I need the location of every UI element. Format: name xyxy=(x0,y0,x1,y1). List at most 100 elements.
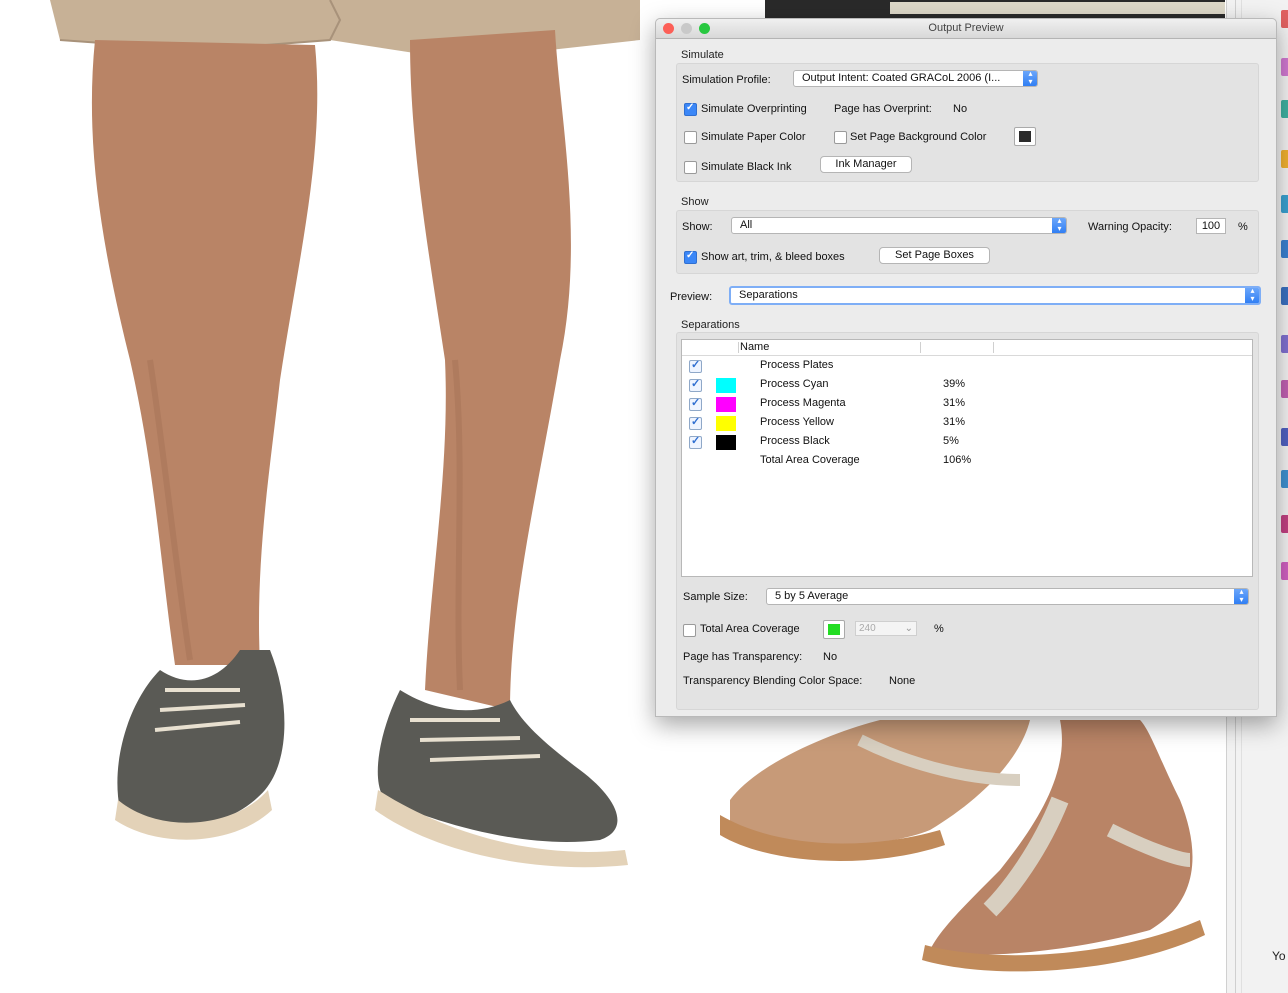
separation-checkbox[interactable] xyxy=(689,377,702,392)
sample-size-select[interactable]: 5 by 5 Average ▴ ▾ xyxy=(766,588,1249,605)
simulate-paper-color-checkbox[interactable] xyxy=(684,131,697,144)
tool-icon[interactable] xyxy=(1281,150,1288,168)
show-section-label: Show xyxy=(681,196,709,208)
separation-name: Total Area Coverage xyxy=(760,454,860,466)
ink-color-swatch xyxy=(716,378,736,393)
simulate-group: Simulation Profile: Output Intent: Coate… xyxy=(676,63,1259,182)
separation-coverage: 39% xyxy=(943,378,966,390)
separation-coverage: 31% xyxy=(943,397,966,409)
title-bar[interactable]: Output Preview xyxy=(656,19,1276,39)
column-divider xyxy=(993,342,994,353)
tac-value-combo[interactable]: 240 ⌄ xyxy=(855,621,917,636)
transparency-label: Page has Transparency: xyxy=(683,651,803,663)
ink-manager-button[interactable]: Ink Manager xyxy=(820,156,912,173)
separation-coverage: 5% xyxy=(943,435,959,447)
separation-checkbox[interactable] xyxy=(689,358,702,373)
simulate-black-ink-label: Simulate Black Ink xyxy=(701,161,792,173)
total-area-coverage-checkbox[interactable] xyxy=(683,624,696,637)
chevron-updown-icon: ▴ ▾ xyxy=(1234,589,1248,604)
separations-section-label: Separations xyxy=(681,319,740,331)
simulation-profile-label: Simulation Profile: xyxy=(682,74,771,86)
simulation-profile-select[interactable]: Output Intent: Coated GRACoL 2006 (I... … xyxy=(793,70,1038,87)
warning-opacity-label: Warning Opacity: xyxy=(1088,221,1172,233)
color-swatch xyxy=(828,624,840,635)
tool-icon[interactable] xyxy=(1281,380,1288,398)
separation-checkbox[interactable] xyxy=(689,396,702,411)
simulate-black-ink-checkbox[interactable] xyxy=(684,161,697,174)
set-page-background-label: Set Page Background Color xyxy=(850,131,987,143)
preview-label: Preview: xyxy=(670,291,713,303)
separation-coverage: 31% xyxy=(943,416,966,428)
table-row[interactable]: Total Area Coverage 106% xyxy=(682,452,1252,471)
tool-icon[interactable] xyxy=(1281,100,1288,118)
warning-opacity-input[interactable]: 100 xyxy=(1196,218,1226,234)
table-row[interactable]: Process Yellow 31% xyxy=(682,414,1252,433)
sample-size-value: 5 by 5 Average xyxy=(775,590,849,602)
separation-coverage: 106% xyxy=(943,454,972,466)
window-title: Output Preview xyxy=(928,22,1004,34)
show-value: All xyxy=(740,219,753,231)
chevron-updown-icon: ▴ ▾ xyxy=(1023,71,1037,86)
show-boxes-label: Show art, trim, & bleed boxes xyxy=(701,251,845,263)
tool-icon[interactable] xyxy=(1281,515,1288,533)
simulation-profile-value: Output Intent: Coated GRACoL 2006 (I... xyxy=(802,72,1001,84)
chevron-updown-icon: ▴ ▾ xyxy=(1052,218,1066,233)
tac-value: 240 xyxy=(859,623,876,634)
simulate-paper-color-label: Simulate Paper Color xyxy=(701,131,806,143)
tool-icon[interactable] xyxy=(1281,58,1288,76)
tac-percent-label: % xyxy=(934,623,944,635)
preview-select[interactable]: Separations ▴ ▾ xyxy=(729,286,1261,305)
page-overprint-label: Page has Overprint: xyxy=(834,103,932,115)
total-area-coverage-label: Total Area Coverage xyxy=(700,623,800,635)
chevron-updown-icon: ▴ ▾ xyxy=(1245,288,1259,303)
table-header: Name xyxy=(682,340,1252,356)
table-row[interactable]: Process Plates xyxy=(682,357,1252,376)
show-label: Show: xyxy=(682,221,713,233)
tool-icon[interactable] xyxy=(1281,428,1288,446)
page-overprint-value: No xyxy=(953,103,968,115)
separation-name: Process Black xyxy=(760,435,830,447)
tool-icon[interactable] xyxy=(1281,10,1288,28)
separation-name: Process Magenta xyxy=(760,397,846,409)
blending-space-label: Transparency Blending Color Space: xyxy=(683,675,863,687)
color-swatch xyxy=(1019,131,1031,142)
transparency-value: No xyxy=(823,651,838,663)
separations-table: Name Process PlatesProcess Cyan39%Proces… xyxy=(681,339,1253,577)
show-select[interactable]: All ▴ ▾ xyxy=(731,217,1067,234)
page-background-color-well[interactable] xyxy=(1014,127,1036,146)
ink-color-swatch xyxy=(716,397,736,412)
show-group: Show: All ▴▾ Warning Opacity: 100 % Show… xyxy=(676,210,1259,274)
tool-icon[interactable] xyxy=(1281,240,1288,258)
tool-icon[interactable] xyxy=(1281,470,1288,488)
name-column-header[interactable]: Name xyxy=(740,341,769,353)
simulate-overprinting-checkbox[interactable] xyxy=(684,102,697,116)
separation-name: Process Cyan xyxy=(760,378,829,390)
simulate-overprinting-label: Simulate Overprinting xyxy=(701,103,807,115)
show-boxes-checkbox[interactable] xyxy=(684,250,697,264)
ink-color-swatch xyxy=(716,416,736,431)
tool-icon[interactable] xyxy=(1281,562,1288,580)
column-divider xyxy=(738,342,739,353)
table-row[interactable]: Process Cyan 39% xyxy=(682,376,1252,395)
tac-color-well[interactable] xyxy=(823,620,845,639)
table-row[interactable]: Process Black 5% xyxy=(682,433,1252,452)
separation-name: Process Yellow xyxy=(760,416,834,428)
preview-value: Separations xyxy=(739,289,798,301)
column-divider xyxy=(920,342,921,353)
set-page-background-checkbox[interactable] xyxy=(834,131,847,144)
blending-space-value: None xyxy=(889,675,916,687)
separation-checkbox[interactable] xyxy=(689,415,702,430)
separation-checkbox[interactable] xyxy=(689,434,702,449)
tool-icon[interactable] xyxy=(1281,335,1288,353)
chevron-down-icon: ⌄ xyxy=(904,623,913,634)
separation-name: Process Plates xyxy=(760,359,834,371)
simulate-section-label: Simulate xyxy=(681,49,724,61)
partial-text: Yo xyxy=(1272,949,1286,963)
tool-icon[interactable] xyxy=(1281,195,1288,213)
tool-icon[interactable] xyxy=(1281,287,1288,305)
percent-label: % xyxy=(1238,221,1248,233)
ink-color-swatch xyxy=(716,435,736,450)
output-preview-window: Output Preview Simulate Simulation Profi… xyxy=(655,18,1277,717)
table-row[interactable]: Process Magenta 31% xyxy=(682,395,1252,414)
set-page-boxes-button[interactable]: Set Page Boxes xyxy=(879,247,990,264)
